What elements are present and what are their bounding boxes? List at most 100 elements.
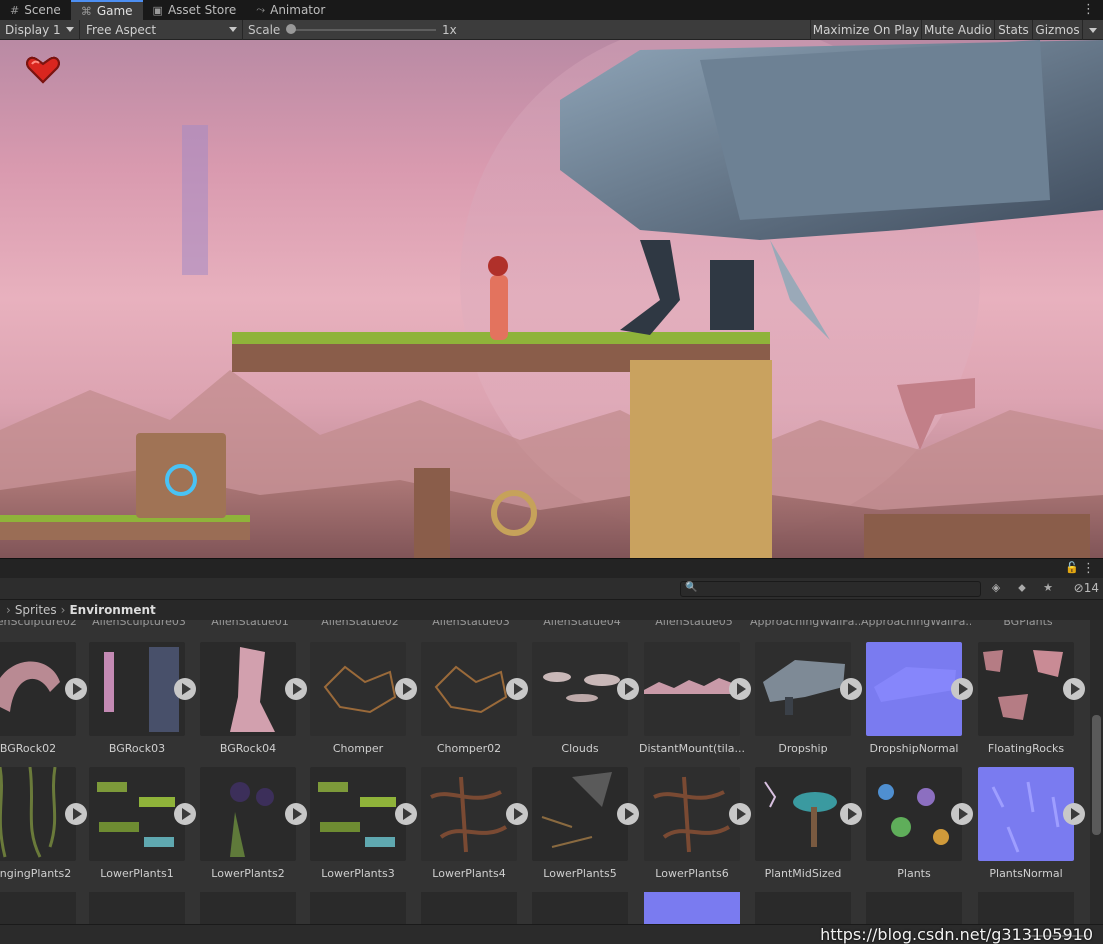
asset-thumbnail[interactable] — [310, 642, 406, 736]
asset-tile[interactable]: LowerPlants3 — [310, 767, 421, 882]
expand-play-icon[interactable] — [1063, 803, 1085, 825]
asset-tile[interactable]: DistantMount(tila... — [639, 642, 755, 757]
expand-play-icon[interactable] — [174, 678, 196, 700]
scrollbar-thumb[interactable] — [1092, 715, 1101, 835]
asset-thumbnail[interactable] — [0, 892, 76, 924]
asset-thumbnail[interactable] — [310, 767, 406, 861]
asset-tile[interactable]: BGRock03 — [89, 642, 200, 757]
asset-tile[interactable]: PlantsNormal — [978, 767, 1089, 882]
breadcrumb-item-sprites[interactable]: Sprites — [15, 603, 57, 617]
asset-thumbnail[interactable] — [532, 892, 628, 924]
gizmos-dropdown[interactable] — [1082, 20, 1103, 40]
asset-tile[interactable]: HangingPlants2 — [0, 767, 91, 882]
expand-play-icon[interactable] — [65, 803, 87, 825]
asset-thumbnail[interactable] — [532, 767, 628, 861]
maximize-on-play-toggle[interactable]: Maximize On Play — [810, 20, 921, 40]
expand-play-icon[interactable] — [395, 678, 417, 700]
expand-play-icon[interactable] — [285, 803, 307, 825]
hidden-packages-count[interactable]: ⊘14 — [1074, 581, 1099, 595]
asset-tile[interactable]: LowerPlants2 — [200, 767, 311, 882]
lock-icon[interactable]: 🔓 — [1065, 561, 1079, 574]
vertical-scrollbar[interactable] — [1090, 620, 1103, 924]
asset-thumbnail[interactable] — [200, 892, 296, 924]
asset-thumbnail[interactable] — [89, 892, 185, 924]
asset-thumbnail[interactable] — [200, 767, 296, 861]
breadcrumb: › Sprites › Environment — [0, 600, 1103, 620]
asset-tile[interactable]: Chomper — [310, 642, 421, 757]
expand-play-icon[interactable] — [951, 678, 973, 700]
asset-thumbnail[interactable] — [755, 642, 851, 736]
more-options-icon[interactable]: ⋮ — [1082, 561, 1095, 576]
asset-name-label: Dropship — [778, 742, 828, 755]
asset-thumbnail[interactable] — [421, 767, 517, 861]
asset-tile[interactable]: BGRock02 — [0, 642, 91, 757]
expand-play-icon[interactable] — [951, 803, 973, 825]
asset-tile[interactable]: DropshipNormal — [866, 642, 977, 757]
expand-play-icon[interactable] — [617, 678, 639, 700]
status-bar: https://blog.csdn.net/g313105910 — [0, 924, 1103, 944]
expand-play-icon[interactable] — [174, 803, 196, 825]
mute-audio-toggle[interactable]: Mute Audio — [921, 20, 994, 40]
expand-play-icon[interactable] — [65, 678, 87, 700]
asset-thumbnail[interactable] — [644, 642, 740, 736]
expand-play-icon[interactable] — [729, 678, 751, 700]
expand-play-icon[interactable] — [840, 803, 862, 825]
asset-thumbnail[interactable] — [755, 767, 851, 861]
filter-by-label-icon[interactable]: ⬥ — [1013, 581, 1031, 597]
breadcrumb-item-environment[interactable]: Environment — [69, 603, 155, 617]
expand-play-icon[interactable] — [1063, 678, 1085, 700]
asset-tile[interactable]: Clouds — [532, 642, 643, 757]
expand-play-icon[interactable] — [840, 678, 862, 700]
expand-play-icon[interactable] — [285, 678, 307, 700]
asset-thumbnail[interactable] — [532, 642, 628, 736]
asset-thumbnail[interactable] — [421, 642, 517, 736]
game-view[interactable] — [0, 40, 1103, 558]
expand-play-icon[interactable] — [395, 803, 417, 825]
asset-thumbnail[interactable] — [755, 892, 851, 924]
asset-tile[interactable]: PlantMidSized — [755, 767, 866, 882]
gizmos-toggle[interactable]: Gizmos — [1032, 20, 1082, 40]
asset-tile[interactable]: LowerPlants4 — [421, 767, 532, 882]
favorite-star-icon[interactable]: ★ — [1039, 581, 1057, 597]
asset-thumbnail[interactable] — [310, 892, 406, 924]
display-dropdown[interactable]: Display 1 — [0, 20, 80, 40]
asset-thumbnail[interactable] — [978, 767, 1074, 861]
asset-thumbnail[interactable] — [421, 892, 517, 924]
animator-icon: ⤳ — [256, 3, 266, 16]
filter-by-type-icon[interactable]: ◈ — [987, 581, 1005, 597]
tab-game[interactable]: ⌘ Game — [70, 0, 143, 20]
asset-thumbnail[interactable] — [89, 642, 185, 736]
panel-divider[interactable]: 🔓 ⋮ — [0, 558, 1103, 578]
asset-thumbnail[interactable] — [89, 767, 185, 861]
asset-name-label: BGPlants — [1003, 620, 1053, 628]
asset-thumbnail[interactable] — [644, 892, 740, 924]
asset-thumbnail[interactable] — [978, 892, 1074, 924]
asset-tile[interactable]: BGRock04 — [200, 642, 311, 757]
tab-animator[interactable]: ⤳ Animator — [246, 0, 335, 20]
asset-thumbnail[interactable] — [644, 767, 740, 861]
expand-play-icon[interactable] — [617, 803, 639, 825]
asset-tile[interactable]: Dropship — [755, 642, 866, 757]
expand-play-icon[interactable] — [506, 803, 528, 825]
search-input[interactable]: 🔍 — [680, 581, 981, 597]
asset-tile[interactable]: LowerPlants5 — [532, 767, 643, 882]
scale-slider-track[interactable] — [288, 29, 436, 31]
tab-scene[interactable]: # Scene — [0, 0, 71, 20]
asset-thumbnail[interactable] — [200, 642, 296, 736]
asset-thumbnail[interactable] — [866, 767, 962, 861]
aspect-dropdown[interactable]: Free Aspect — [81, 20, 243, 40]
asset-tile[interactable]: LowerPlants6 — [644, 767, 755, 882]
more-options-icon[interactable]: ⋮ — [1082, 2, 1095, 17]
asset-thumbnail[interactable] — [866, 892, 962, 924]
asset-tile[interactable]: FloatingRocks — [978, 642, 1089, 757]
asset-thumbnail[interactable] — [978, 642, 1074, 736]
expand-play-icon[interactable] — [729, 803, 751, 825]
stats-toggle[interactable]: Stats — [994, 20, 1032, 40]
asset-tile[interactable]: Plants — [866, 767, 977, 882]
asset-tile[interactable]: LowerPlants1 — [89, 767, 200, 882]
expand-play-icon[interactable] — [506, 678, 528, 700]
tab-asset-store[interactable]: ▣ Asset Store — [143, 0, 247, 20]
asset-tile[interactable]: Chomper02 — [421, 642, 532, 757]
scale-slider-thumb[interactable] — [286, 24, 296, 34]
asset-thumbnail[interactable] — [866, 642, 962, 736]
